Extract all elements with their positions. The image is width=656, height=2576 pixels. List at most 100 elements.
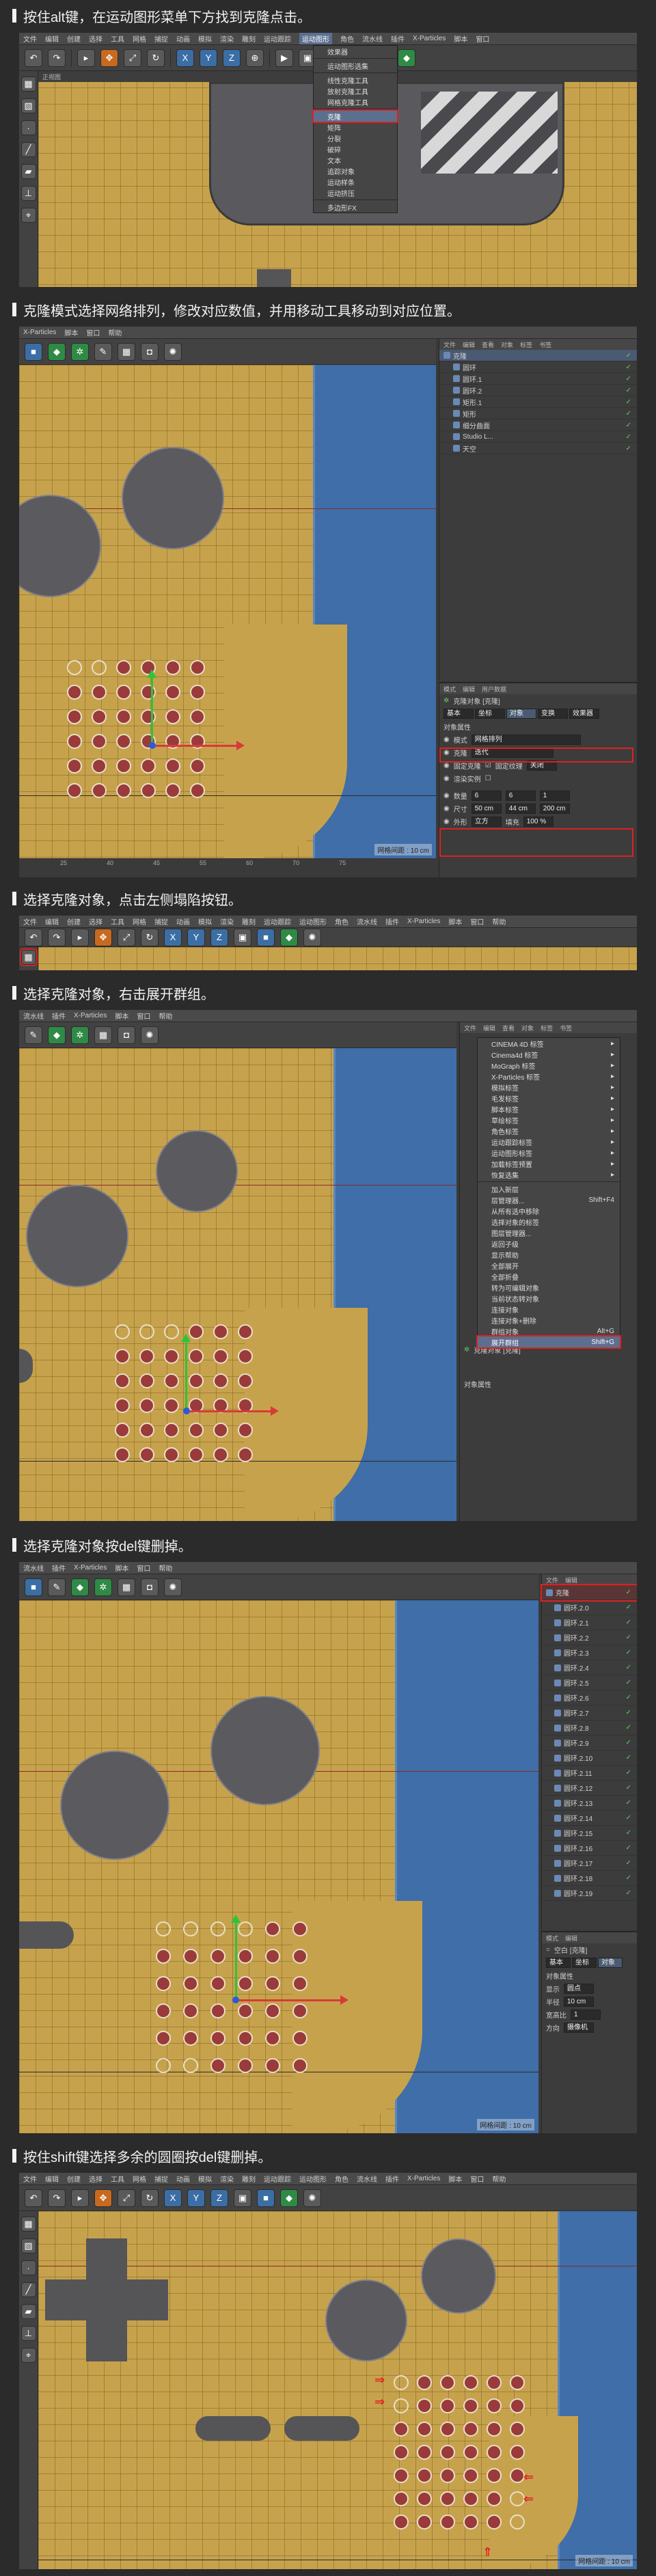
clone-circle[interactable] (292, 2058, 308, 2073)
pen-icon[interactable]: ✎ (25, 1026, 42, 1044)
clone-circle[interactable] (265, 1976, 280, 1991)
clone-circle[interactable] (510, 2515, 525, 2530)
array-icon[interactable]: ✲ (71, 342, 89, 361)
clone-circle[interactable] (116, 660, 131, 675)
menu-render[interactable]: 渲染 (220, 33, 234, 44)
tab-user-data[interactable]: 用户数据 (482, 685, 506, 694)
clone-circle[interactable] (67, 758, 82, 773)
clone-circle[interactable] (463, 2398, 478, 2413)
clone-circle[interactable] (190, 660, 205, 675)
dropdown-item[interactable]: 破碎 (314, 143, 397, 154)
clone-circle[interactable] (238, 1921, 253, 1936)
clone-circle[interactable] (116, 758, 131, 773)
menu-file[interactable]: 文件 (23, 916, 37, 927)
viewport[interactable]: 网格间距 : 10 cm (19, 365, 436, 858)
clone-circle[interactable] (190, 685, 205, 700)
light-icon[interactable]: ✺ (164, 342, 182, 361)
clone-circle[interactable] (210, 2031, 226, 2046)
clone-circle[interactable] (463, 2468, 478, 2483)
menu-script[interactable]: 脚本 (115, 1011, 128, 1021)
subtab-coord[interactable]: 坐标 (572, 1958, 597, 1968)
visibility-check-icon[interactable]: ✓ (626, 1829, 631, 1837)
x-axis-arrow[interactable] (239, 1995, 348, 2005)
visibility-check-icon[interactable]: ✓ (626, 1679, 631, 1686)
menu-snap[interactable]: 捕捉 (154, 916, 168, 927)
object-row[interactable]: 圆环.2 ✓ (439, 385, 637, 396)
visibility-check-icon[interactable]: ✓ (626, 1814, 631, 1822)
clone-circle[interactable] (141, 685, 156, 700)
clone-circle[interactable] (417, 2468, 432, 2483)
object-row[interactable]: 天空 ✓ (439, 443, 637, 454)
context-menu-item[interactable]: X-Particles 标签 ▸ (478, 1071, 620, 1082)
menu-edit[interactable]: 编辑 (45, 33, 59, 44)
clone-circle[interactable] (115, 1349, 130, 1364)
clone-circle[interactable] (510, 2422, 525, 2437)
clone-circle[interactable] (210, 2003, 226, 2018)
object-row[interactable]: 圆环 ✓ (439, 361, 637, 373)
menu-mesh[interactable]: 网格 (133, 33, 146, 44)
clone-circle[interactable] (265, 2003, 280, 2018)
y-axis-icon[interactable]: Y (200, 49, 217, 67)
menu-file[interactable]: 文件 (23, 2174, 37, 2184)
clone-circle[interactable] (92, 660, 107, 675)
menu-help[interactable]: 帮助 (108, 327, 122, 338)
clone-circle[interactable] (92, 734, 107, 749)
object-row[interactable]: Studio L... ✓ (439, 431, 637, 443)
tab-objects[interactable]: 对象 (501, 340, 513, 349)
clone-circle[interactable] (487, 2445, 502, 2460)
menu-script[interactable]: 脚本 (448, 916, 462, 927)
axis-center[interactable] (183, 1408, 190, 1414)
subtab-effectors[interactable]: 效果器 (569, 709, 599, 719)
visibility-check-icon[interactable]: ✓ (626, 1589, 631, 1596)
clone-circle[interactable] (156, 1949, 171, 1964)
points-mode-icon[interactable]: · (20, 120, 36, 135)
clone-circle[interactable] (487, 2398, 502, 2413)
select-icon[interactable]: ▸ (71, 928, 89, 946)
object-row[interactable]: 圆环.2.16 ✓ (542, 1841, 637, 1856)
clone-circle[interactable] (67, 685, 82, 700)
menu-mesh[interactable]: 网格 (133, 916, 146, 927)
clone-circle[interactable] (115, 1373, 130, 1388)
subdivision-icon[interactable]: ◆ (48, 1026, 66, 1044)
menu-script[interactable]: 脚本 (454, 33, 467, 44)
clone-circle[interactable] (92, 709, 107, 724)
clone-circle[interactable] (115, 1324, 130, 1339)
array-icon[interactable]: ✲ (71, 1026, 89, 1044)
context-menu-item[interactable]: CINEMA 4D 标签 ▸ (478, 1038, 620, 1049)
clone-circle[interactable] (265, 1949, 280, 1964)
clone-circle[interactable] (292, 1949, 308, 1964)
clone-circle[interactable] (265, 2058, 280, 2073)
clone-circle[interactable] (487, 2491, 502, 2506)
camera-icon[interactable]: ◘ (141, 1578, 159, 1596)
context-menu-item[interactable]: 模拟标签 ▸ (478, 1082, 620, 1093)
subtab-object[interactable]: 对象 (506, 709, 536, 719)
object-row[interactable]: 圆环.2.18 ✓ (542, 1871, 637, 1886)
clone-circle[interactable] (164, 1447, 179, 1462)
visibility-check-icon[interactable]: ✓ (626, 1739, 631, 1746)
tab-edit[interactable]: 编辑 (463, 685, 475, 694)
clone-circle[interactable] (394, 2515, 409, 2530)
snap-icon[interactable]: ⌖ (20, 208, 36, 223)
dropdown-item-clone[interactable]: 克隆 (312, 109, 398, 123)
menu-motion-tracking[interactable]: 运动跟踪 (264, 2174, 291, 2184)
context-menu-item[interactable]: 从所有选中移除 (478, 1205, 620, 1216)
object-row[interactable]: 圆环.2.4 ✓ (542, 1660, 637, 1675)
snap-icon[interactable]: ⌖ (20, 2348, 36, 2363)
x-axis-icon[interactable]: X (176, 49, 194, 67)
axis-center[interactable] (232, 1997, 239, 2003)
clone-circle[interactable] (164, 1398, 179, 1413)
count-x-input[interactable]: 6 (471, 791, 502, 801)
polygons-mode-icon[interactable]: ▰ (20, 164, 36, 179)
grid-icon[interactable]: ▦ (118, 1578, 135, 1596)
menu-plugins[interactable]: 插件 (391, 33, 405, 44)
undo-icon[interactable]: ↶ (25, 928, 42, 946)
context-menu-item[interactable]: 毛发标签 ▸ (478, 1093, 620, 1104)
clone-circle[interactable] (213, 1349, 228, 1364)
select-icon[interactable]: ▸ (77, 49, 95, 67)
subdivision-icon[interactable]: ◆ (280, 2189, 298, 2207)
y-axis-icon[interactable]: Y (187, 2189, 205, 2207)
dropdown-item[interactable]: 多边形FX (314, 202, 397, 213)
menu-character[interactable]: 角色 (335, 2174, 348, 2184)
clone-circle[interactable] (265, 2031, 280, 2046)
clone-circle[interactable] (487, 2515, 502, 2530)
